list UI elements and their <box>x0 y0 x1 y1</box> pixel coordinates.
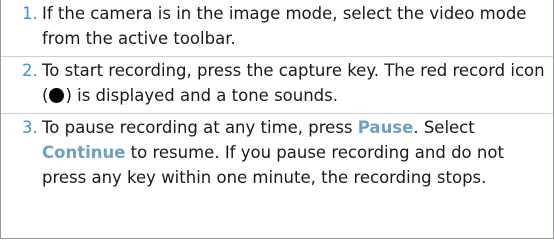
pause-keyword: Pause <box>357 118 414 137</box>
step-text-part-1: To pause recording at any time, press <box>42 118 358 137</box>
step-1: 1. If the camera is in the image mode, s… <box>1 0 553 57</box>
step-2: 2. To start recording, press the capture… <box>1 57 553 114</box>
record-icon <box>49 88 65 103</box>
step-3: 3. To pause recording at any time, press… <box>1 114 553 195</box>
step-text-part-2: . Select <box>413 118 475 137</box>
step-number: 1. <box>22 4 38 23</box>
step-text: If the camera is in the image mode, sele… <box>42 4 527 48</box>
step-number: 2. <box>22 61 38 80</box>
step-number: 3. <box>22 118 38 137</box>
continue-keyword: Continue <box>42 143 126 162</box>
instruction-panel: 1. If the camera is in the image mode, s… <box>0 0 554 239</box>
step-text-after: ) is displayed and a tone sounds. <box>65 86 338 105</box>
steps-list: 1. If the camera is in the image mode, s… <box>1 0 553 195</box>
